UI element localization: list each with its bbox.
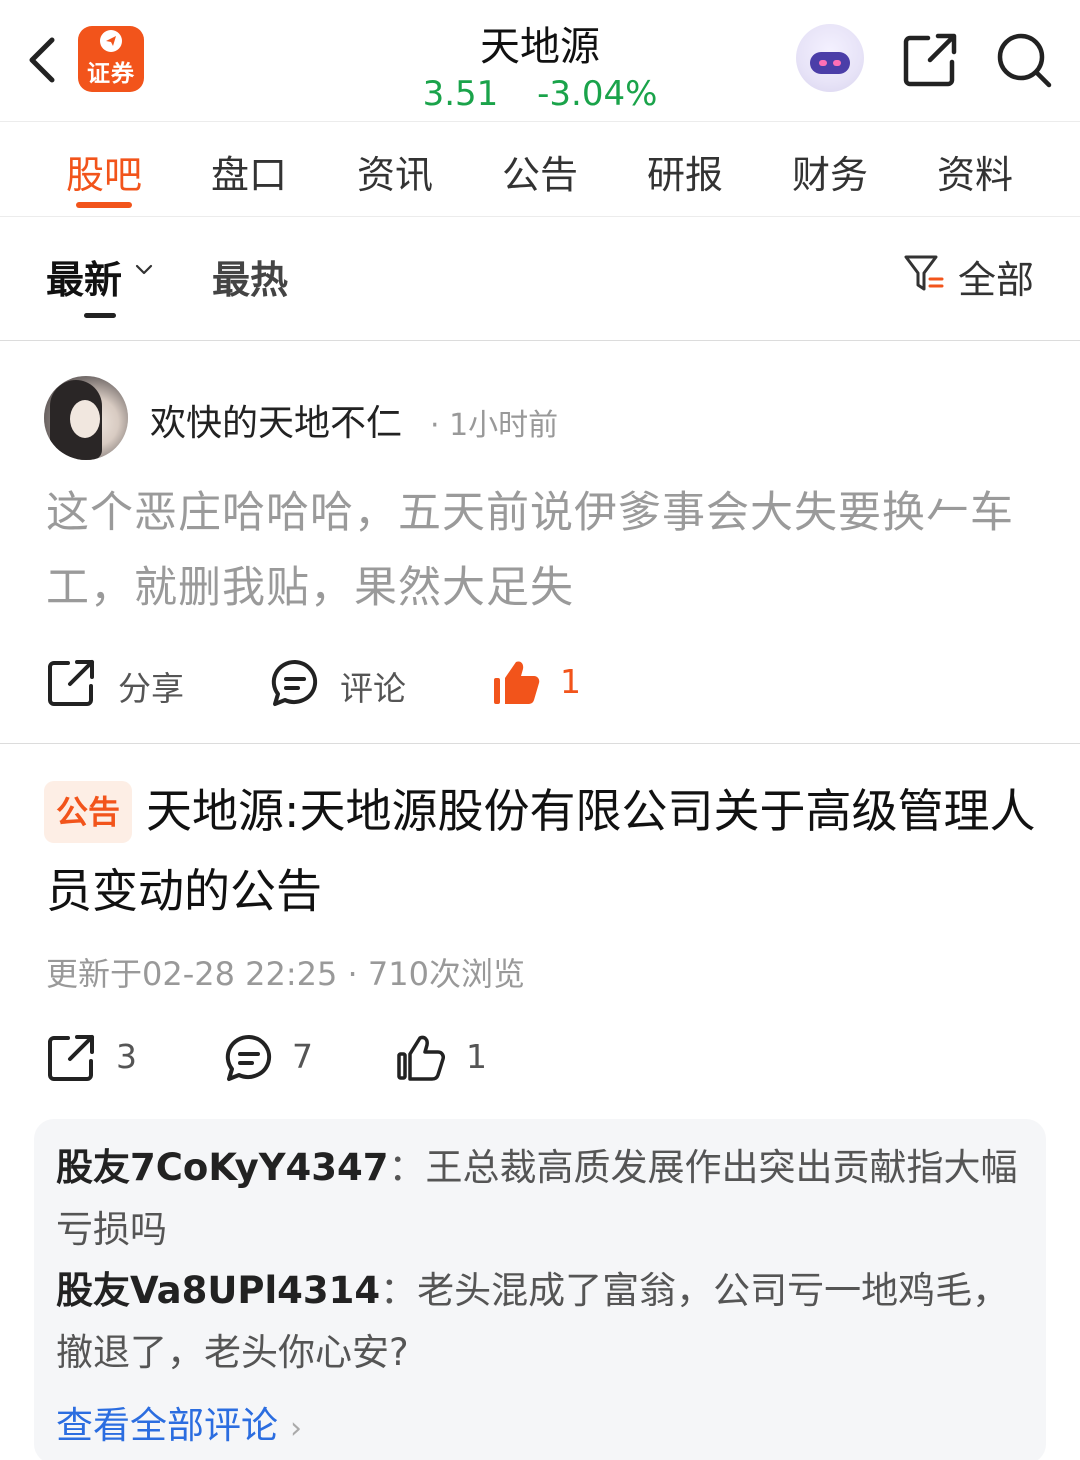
comment-action-button[interactable]: 评论 (270, 658, 430, 708)
like-action-button[interactable]: 1 (396, 1033, 506, 1083)
chevron-right-icon: › (290, 1411, 302, 1446)
comment-item[interactable]: 股友7CoKyY4347：王总裁高质发展作出突出贡献指大幅亏损吗 (56, 1137, 1031, 1261)
tab-pankou[interactable]: 盘口 (189, 144, 309, 199)
post-author[interactable]: 欢快的天地不仁 (150, 394, 402, 446)
comment-preview-box[interactable]: 股友7CoKyY4347：王总裁高质发展作出突出贡献指大幅亏损吗 股友Va8UP… (34, 1119, 1046, 1460)
thumbs-up-filled-icon (494, 661, 540, 704)
avatar[interactable] (44, 376, 128, 460)
chevron-down-icon[interactable] (132, 257, 156, 281)
share-button[interactable] (900, 30, 960, 90)
comment-item[interactable]: 股友Va8UPl4314：老头混成了富翁，公司亏一地鸡毛，撤退了，老头你心安? (56, 1260, 1031, 1384)
tab-finance[interactable]: 财务 (770, 144, 890, 199)
view-all-comments-label: 查看全部评论 (56, 1404, 278, 1447)
tab-profile[interactable]: 资料 (915, 144, 1035, 199)
thumbs-up-icon (397, 1035, 445, 1081)
paper-plane-icon (100, 30, 122, 52)
search-button[interactable] (994, 30, 1054, 90)
top-navigation-bar: 证券 天地源 3.51 -3.04% (0, 0, 1080, 122)
share-action-button[interactable]: 3 (46, 1033, 156, 1083)
announcement-post-card[interactable]: 公告 天地源:天地源股份有限公司关于高级管理人员变动的公告 更新于02-28 2… (0, 745, 1080, 1460)
tab-announcements[interactable]: 公告 (480, 144, 600, 199)
post-card[interactable]: 欢快的天地不仁 · 1小时前 这个恶庄哈哈哈，五天前说伊爹事会大失要换𠂉车工，就… (0, 342, 1080, 744)
stock-name: 天地源 (480, 24, 600, 70)
like-count: 1 (466, 1037, 487, 1076)
comment-icon (271, 659, 318, 706)
like-action-button[interactable]: 1 (492, 658, 592, 708)
share-count: 3 (116, 1037, 137, 1076)
share-action-button[interactable]: 分享 (46, 658, 206, 708)
stock-quote: 3.51 -3.04% (340, 74, 740, 114)
app-logo-text: 证券 (87, 60, 135, 87)
comment-user[interactable]: 股友7CoKyY4347 (56, 1146, 389, 1189)
active-sort-indicator (84, 313, 116, 318)
comment-label: 评论 (340, 669, 406, 708)
share-icon (48, 1035, 94, 1081)
app-logo[interactable]: 证券 (78, 26, 144, 92)
search-icon (997, 33, 1052, 88)
stock-price: 3.51 (422, 74, 499, 114)
share-icon (903, 33, 957, 87)
announcement-title[interactable]: 天地源:天地源股份有限公司关于高级管理人员变动的公告 (46, 771, 1046, 931)
tab-guba[interactable]: 股吧 (44, 144, 164, 199)
robot-assistant-button[interactable] (796, 24, 864, 92)
share-label: 分享 (118, 669, 184, 708)
post-time: · 1小时前 (430, 408, 559, 443)
post-meta: 更新于02-28 22:25 · 710次浏览 (46, 955, 525, 993)
comment-user[interactable]: 股友Va8UPl4314 (56, 1269, 380, 1312)
back-button[interactable] (22, 30, 66, 90)
sort-bar: 最新 最热 全部 (0, 217, 1080, 341)
comment-action-button[interactable]: 7 (224, 1033, 334, 1083)
sort-latest-button[interactable]: 最新 (46, 249, 122, 304)
like-count: 1 (560, 662, 581, 701)
active-tab-indicator (76, 202, 132, 208)
share-icon (48, 660, 94, 706)
filter-button[interactable]: 全部 (958, 249, 1034, 304)
tab-news[interactable]: 资讯 (335, 144, 455, 199)
comment-count: 7 (292, 1037, 313, 1076)
stock-change-percent: -3.04% (537, 74, 658, 114)
view-all-comments-link[interactable]: 查看全部评论 › (56, 1395, 302, 1449)
chevron-left-icon (29, 37, 55, 83)
tab-research[interactable]: 研报 (625, 144, 745, 199)
robot-assistant-icon (810, 52, 850, 74)
post-content[interactable]: 这个恶庄哈哈哈，五天前说伊爹事会大失要换𠂉车工，就删我贴，果然大足失 (46, 476, 1046, 626)
filter-icon[interactable] (902, 251, 946, 295)
sort-hot-button[interactable]: 最热 (212, 249, 288, 304)
section-tabs: 股吧 盘口 资讯 公告 研报 财务 资料 (0, 122, 1080, 217)
comment-icon (225, 1034, 272, 1081)
